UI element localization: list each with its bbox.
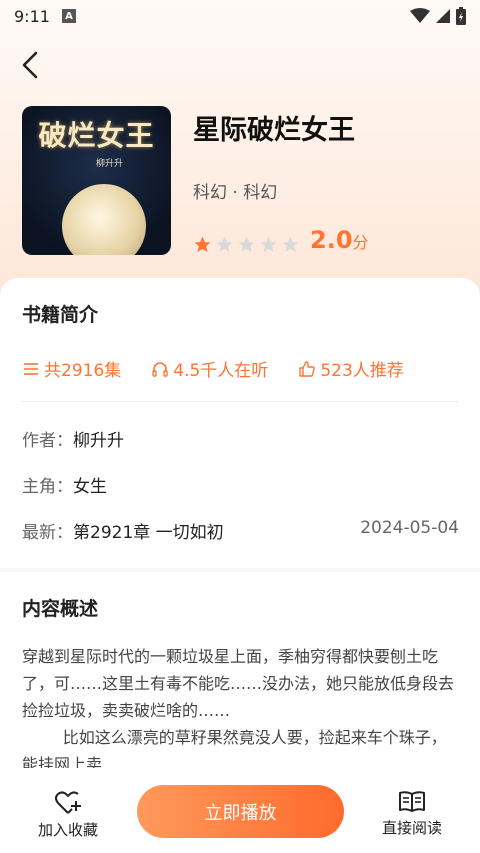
latest-date: 2024-05-04: [360, 518, 459, 538]
listeners-count: 4.5千人在听: [173, 361, 269, 381]
play-now-label: 立即播放: [204, 802, 277, 824]
cover-title: 破烂女王: [38, 119, 155, 152]
heart-plus-icon: [55, 791, 81, 814]
wifi-icon: [410, 8, 430, 23]
read-directly-label: 直接阅读: [381, 819, 442, 837]
thumbs-up-icon: [299, 360, 316, 377]
author-label: 作者：: [22, 431, 73, 451]
chevron-left-icon: [22, 51, 38, 79]
back-button[interactable]: [18, 50, 44, 80]
star-icon: [260, 236, 277, 253]
notification-icon: A: [61, 9, 76, 23]
add-favorite-button[interactable]: 加入收藏: [23, 790, 113, 840]
book-cover: 破烂女王 柳升升: [22, 106, 171, 255]
star-icon: [216, 236, 233, 253]
star-icon: [238, 236, 255, 253]
intro-section-title: 书籍简介: [22, 304, 99, 326]
book-title: 星际破烂女王: [193, 115, 355, 146]
divider: [22, 401, 459, 402]
episodes-stat: 共2916集: [22, 356, 121, 381]
book-genre: 科幻 · 科幻: [193, 183, 278, 203]
protagonist-label: 主角：: [22, 477, 73, 497]
overview-text: 穿越到星际时代的一颗垃圾星上面，季柚穷得都快要刨土吃了，可……这里土有毒不能吃……: [22, 647, 455, 769]
headphones-icon: [152, 361, 168, 377]
score-value: 2.0: [310, 226, 353, 254]
author-row: 作者： 柳升升: [22, 426, 459, 451]
battery-icon: [456, 7, 466, 25]
book-open-icon: [399, 791, 425, 812]
latest-chapter-row[interactable]: 最新： 第2921章 一切如初 2024-05-04: [22, 518, 459, 543]
episodes-count: 共2916集: [44, 361, 122, 381]
cover-author: 柳升升: [96, 159, 124, 169]
latest-label: 最新：: [22, 523, 73, 543]
cover-moon: [62, 184, 146, 255]
status-time: 9:11: [14, 6, 50, 26]
latest-chapter: 第2921章 一切如初: [73, 523, 224, 543]
rating-score: 2.0分: [310, 226, 369, 254]
overview-section-title: 内容概述: [22, 598, 99, 620]
author-value: 柳升升: [73, 431, 124, 451]
add-favorite-label: 加入收藏: [37, 821, 98, 839]
status-bar: 9:11 A: [0, 0, 480, 32]
recommend-stat: 523人推荐: [298, 356, 404, 381]
protagonist-value: 女生: [73, 477, 107, 497]
read-directly-button[interactable]: 直接阅读: [367, 790, 457, 838]
score-unit: 分: [352, 233, 369, 252]
recommend-count: 523人推荐: [320, 361, 404, 381]
status-icons: [410, 7, 466, 25]
signal-icon: [436, 9, 450, 23]
protagonist-row: 主角： 女生: [22, 472, 459, 497]
rating-stars: [193, 235, 300, 254]
listeners-stat: 4.5千人在听: [151, 356, 268, 381]
play-now-button[interactable]: 立即播放: [137, 785, 344, 838]
star-icon: [282, 236, 299, 253]
list-icon: [24, 362, 38, 375]
star-icon: [194, 236, 211, 253]
book-stats: 共2916集 4.5千人在听 523人推荐: [22, 356, 462, 381]
